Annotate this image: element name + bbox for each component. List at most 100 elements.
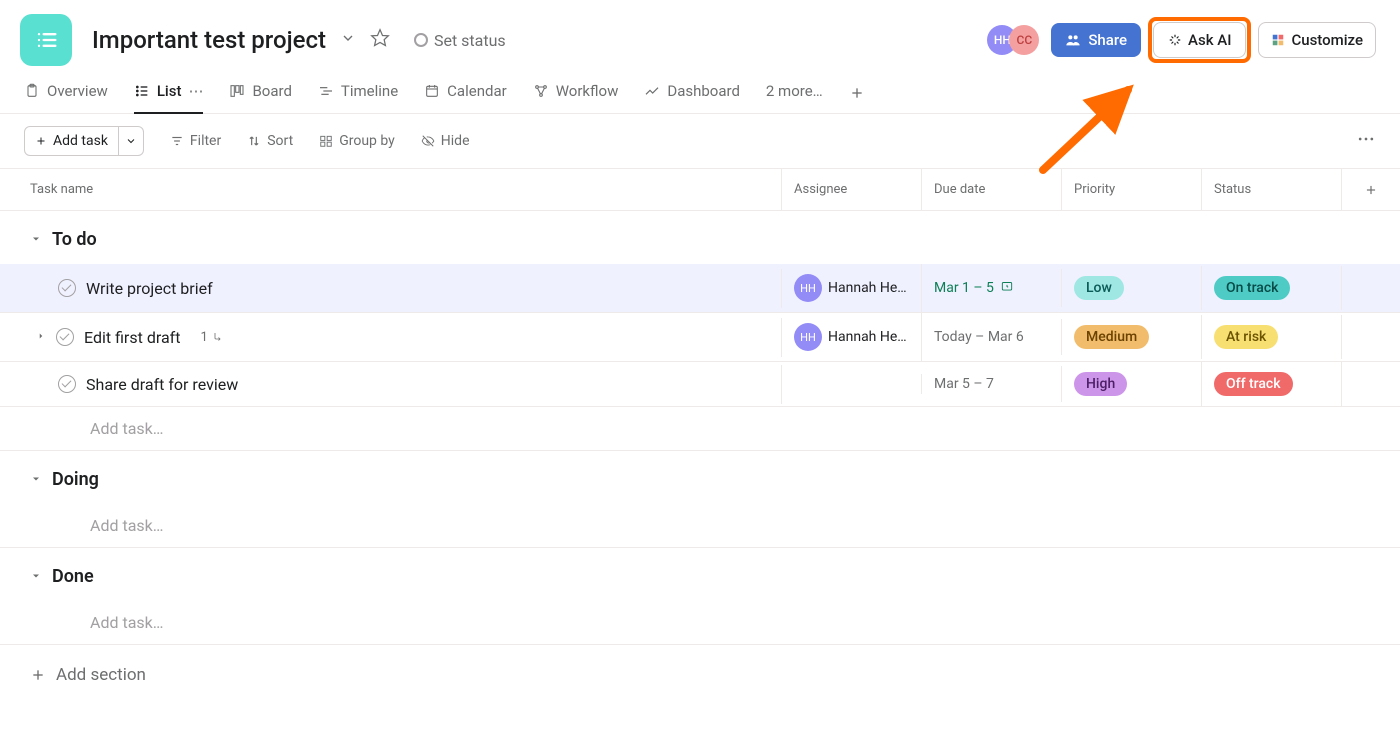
add-column-button[interactable] — [1342, 170, 1400, 210]
add-task-group: Add task — [24, 126, 144, 156]
task-name: Share draft for review — [86, 375, 238, 394]
complete-check-icon[interactable] — [58, 279, 76, 297]
project-menu-chevron-icon[interactable] — [340, 30, 356, 50]
project-icon[interactable] — [20, 14, 72, 66]
status-cell[interactable]: On track — [1202, 266, 1342, 310]
hide-icon — [421, 134, 435, 148]
priority-pill: High — [1074, 372, 1127, 396]
section-header[interactable]: Doing — [0, 451, 1400, 504]
priority-pill: Low — [1074, 276, 1124, 300]
tab-timeline[interactable]: Timeline — [318, 76, 398, 114]
due-date: Mar 5 – 7 — [934, 376, 994, 392]
tab-label: Calendar — [447, 82, 507, 100]
share-button[interactable]: Share — [1051, 23, 1141, 57]
section-name: Doing — [52, 469, 99, 490]
status-pill: On track — [1214, 276, 1290, 300]
add-task-inline[interactable]: Add task… — [0, 407, 1400, 451]
task-name-cell[interactable]: Share draft for review — [0, 365, 782, 404]
add-task-inline[interactable]: Add task… — [0, 601, 1400, 645]
filter-button[interactable]: Filter — [170, 133, 221, 149]
assignee-cell[interactable]: HHHannah Her… — [782, 264, 922, 312]
section-name: To do — [52, 229, 97, 250]
tab-more[interactable]: 2 more… — [766, 76, 823, 114]
clipboard-icon — [24, 83, 40, 99]
customize-label: Customize — [1291, 31, 1363, 49]
tab-dashboard[interactable]: Dashboard — [644, 76, 740, 114]
due-date-cell[interactable]: Mar 1 – 5 — [922, 269, 1062, 307]
priority-cell[interactable]: High — [1062, 362, 1202, 406]
add-task-inline[interactable]: Add task… — [0, 504, 1400, 548]
col-priority[interactable]: Priority — [1062, 169, 1202, 210]
task-row[interactable]: Edit first draft1 HHHannah Her…Today – M… — [0, 313, 1400, 362]
extra-cell — [1342, 327, 1400, 347]
project-title[interactable]: Important test project — [92, 26, 326, 54]
task-name: Edit first draft — [84, 328, 180, 347]
sparkle-icon — [1168, 33, 1182, 47]
status-cell[interactable]: At risk — [1202, 315, 1342, 359]
people-icon — [1065, 32, 1081, 48]
priority-cell[interactable]: Low — [1062, 266, 1202, 310]
hide-label: Hide — [441, 133, 470, 149]
ask-ai-button[interactable]: Ask AI — [1153, 22, 1246, 58]
caret-down-icon — [30, 566, 42, 587]
group-by-label: Group by — [339, 133, 395, 149]
tab-list[interactable]: List ⋯ — [134, 76, 204, 114]
tab-calendar[interactable]: Calendar — [424, 76, 507, 114]
status-indicator-icon — [414, 33, 428, 47]
col-due-date[interactable]: Due date — [922, 169, 1062, 210]
complete-check-icon[interactable] — [56, 328, 74, 346]
customize-button[interactable]: Customize — [1258, 22, 1376, 58]
view-tabs: Overview List ⋯ Board Timeline Calendar … — [0, 76, 1400, 114]
col-task-name[interactable]: Task name — [0, 169, 782, 210]
tab-label: Dashboard — [667, 82, 740, 100]
assignee-cell[interactable]: HHHannah Her… — [782, 313, 922, 361]
priority-cell[interactable]: Medium — [1062, 315, 1202, 359]
add-section-button[interactable]: Add section — [0, 645, 1400, 705]
recurring-icon — [1000, 279, 1014, 297]
workflow-icon — [533, 83, 549, 99]
hide-button[interactable]: Hide — [421, 133, 470, 149]
status-pill: Off track — [1214, 372, 1293, 396]
task-row[interactable]: Share draft for review Mar 5 – 7 High Off t… — [0, 362, 1400, 407]
header-actions: HH CC Share Ask AI Customize — [987, 22, 1376, 58]
add-task-dropdown[interactable] — [119, 126, 144, 156]
sort-button[interactable]: Sort — [247, 133, 293, 149]
complete-check-icon[interactable] — [58, 375, 76, 393]
due-date-cell[interactable]: Mar 5 – 7 — [922, 366, 1062, 402]
subtask-icon — [212, 331, 224, 343]
section-header[interactable]: To do — [0, 211, 1400, 264]
avatar[interactable]: CC — [1009, 25, 1039, 55]
ask-ai-label: Ask AI — [1188, 31, 1231, 49]
favorite-star-icon[interactable] — [370, 28, 390, 52]
col-assignee[interactable]: Assignee — [782, 169, 922, 210]
col-status[interactable]: Status — [1202, 169, 1342, 210]
task-name-cell[interactable]: Write project brief — [0, 269, 782, 308]
task-row[interactable]: Write project briefHHHannah Her…Mar 1 – … — [0, 264, 1400, 313]
avatar: HH — [794, 323, 822, 351]
add-section-label: Add section — [56, 665, 146, 685]
group-by-button[interactable]: Group by — [319, 133, 395, 149]
assignee-cell[interactable] — [782, 374, 922, 394]
calendar-icon — [424, 83, 440, 99]
expand-caret-icon[interactable] — [36, 329, 46, 345]
avatar: HH — [794, 274, 822, 302]
plus-icon — [30, 667, 46, 683]
member-avatars[interactable]: HH CC — [987, 25, 1039, 55]
tab-options-icon[interactable]: ⋯ — [188, 82, 203, 100]
tab-overview[interactable]: Overview — [24, 76, 108, 114]
tab-label: Timeline — [341, 82, 398, 100]
extra-cell — [1342, 278, 1400, 298]
tab-label: Board — [252, 82, 291, 100]
due-date-cell[interactable]: Today – Mar 6 — [922, 319, 1062, 355]
set-status-button[interactable]: Set status — [414, 31, 506, 50]
task-name-cell[interactable]: Edit first draft1 — [0, 318, 782, 357]
tab-board[interactable]: Board — [229, 76, 291, 114]
status-cell[interactable]: Off track — [1202, 362, 1342, 406]
section-name: Done — [52, 566, 94, 587]
tab-workflow[interactable]: Workflow — [533, 76, 619, 114]
add-task-button[interactable]: Add task — [24, 126, 119, 156]
add-tab-icon[interactable] — [849, 85, 865, 105]
toolbar-more-icon[interactable] — [1356, 129, 1376, 153]
list-toolbar: Add task Filter Sort Group by Hide — [0, 114, 1400, 168]
section-header[interactable]: Done — [0, 548, 1400, 601]
